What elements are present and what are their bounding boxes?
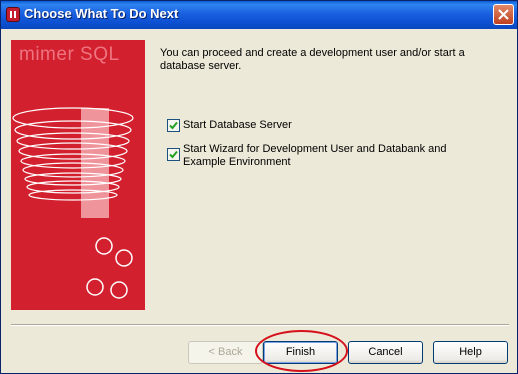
- start-wizard-option[interactable]: Start Wizard for Development User and Da…: [167, 143, 487, 171]
- checkmark-icon: [169, 150, 178, 159]
- side-banner: mimer SQL: [11, 40, 145, 310]
- back-button[interactable]: < Back: [188, 341, 263, 364]
- button-separator: [11, 324, 509, 326]
- start-wizard-label: Start Wizard for Development User and Da…: [183, 143, 447, 168]
- help-button[interactable]: Help: [433, 341, 508, 364]
- title-bar[interactable]: Choose What To Do Next: [1, 1, 517, 29]
- finish-highlight-annotation: [255, 330, 348, 372]
- start-wizard-checkbox[interactable]: [167, 148, 180, 161]
- window-title: Choose What To Do Next: [24, 6, 179, 21]
- mimer-app-icon: [6, 7, 20, 22]
- close-icon: [498, 9, 509, 20]
- dialog-window: Choose What To Do Next mimer SQL You can…: [0, 0, 518, 374]
- cancel-button[interactable]: Cancel: [348, 341, 423, 364]
- start-db-server-checkbox[interactable]: [167, 119, 180, 132]
- banner-graphic: [12, 107, 134, 299]
- checkmark-icon: [169, 121, 178, 130]
- close-button[interactable]: [493, 4, 514, 25]
- intro-text: You can proceed and create a development…: [160, 47, 465, 72]
- start-db-server-label: Start Database Server: [183, 119, 292, 131]
